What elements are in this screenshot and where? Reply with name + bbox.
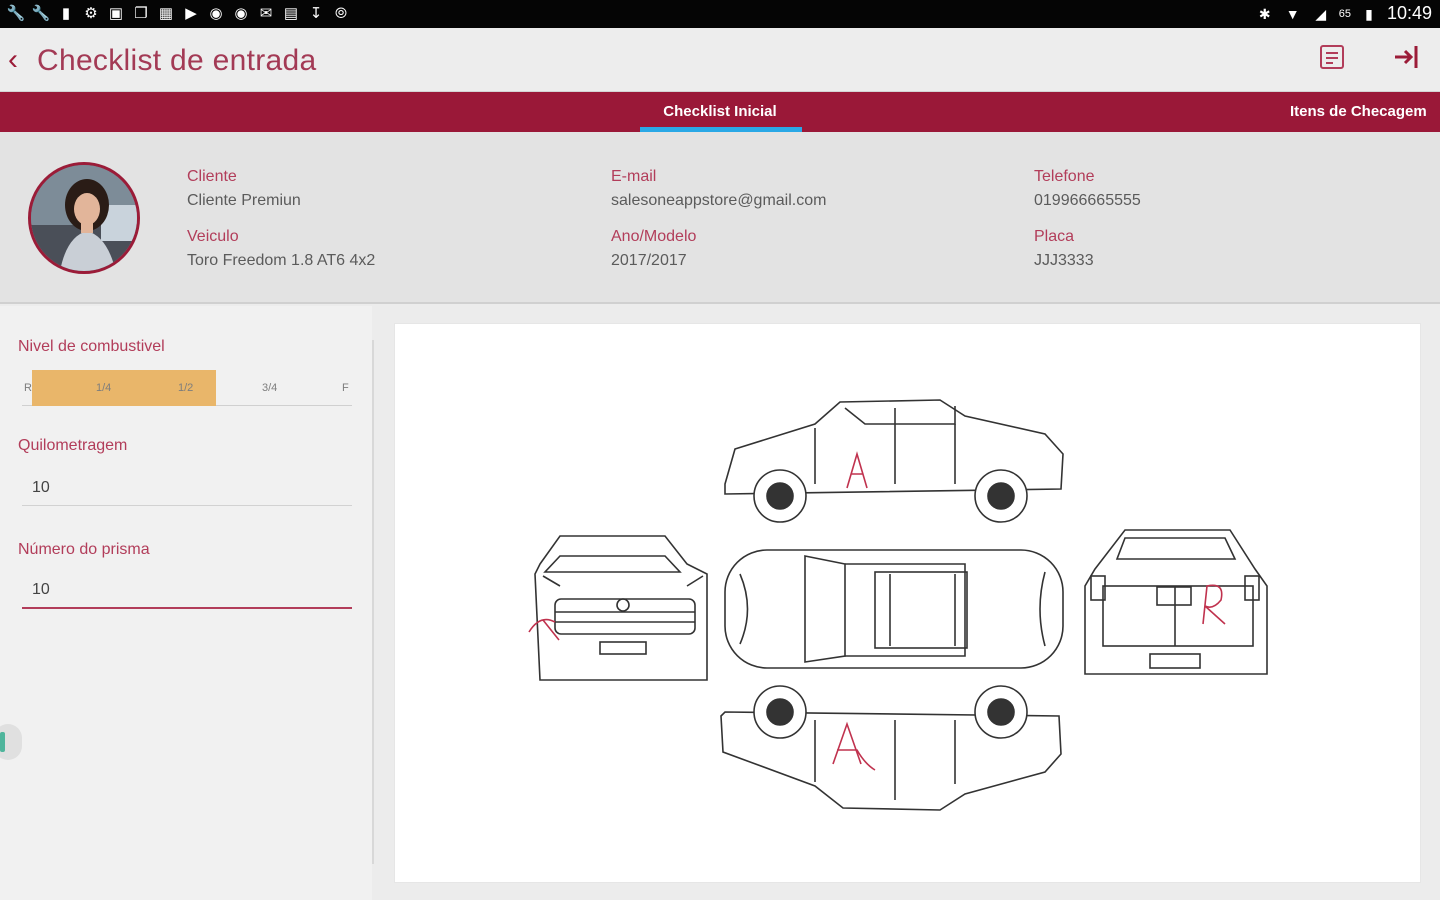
fuel-tick-half: 1/2: [178, 382, 194, 394]
quilometragem-input[interactable]: [22, 470, 352, 506]
cliente-label: Cliente: [187, 168, 237, 185]
email-field: E-mail salesoneappstore@gmail.com: [611, 168, 826, 210]
veiculo-label: Veiculo: [187, 228, 239, 245]
vehicle-side-view-top: [724, 399, 1064, 523]
app-icon: ◉: [209, 5, 223, 22]
email-label: E-mail: [611, 168, 657, 185]
cliente-field: Cliente Cliente Premiun: [187, 168, 301, 210]
fuel-tick-three-quarter: 3/4: [262, 382, 278, 394]
bluetooth-icon: ✱: [1258, 5, 1271, 22]
damage-mark-rear: [1202, 584, 1226, 625]
back-arrow-icon[interactable]: ‹: [8, 42, 32, 78]
notes-icon[interactable]: [1314, 42, 1350, 78]
mail-icon: ✉: [259, 5, 273, 22]
vehicle-diagram: [528, 399, 1268, 811]
calendar-icon: ▦: [158, 5, 174, 22]
damage-mark-a-top: [846, 451, 868, 489]
ano-modelo-value: 2017/2017: [611, 252, 687, 269]
prisma-label: Número do prisma: [18, 541, 150, 558]
calendar-icon: ▤: [283, 5, 299, 22]
prisma-input[interactable]: [22, 573, 352, 609]
placa-value: JJJ3333: [1034, 252, 1094, 269]
veiculo-value: Toro Freedom 1.8 AT6 4x2: [187, 252, 376, 269]
placa-field: Placa JJJ3333: [1034, 228, 1094, 270]
image-icon: ▣: [108, 5, 124, 22]
vehicle-front-view: [534, 535, 708, 681]
fuel-tick-quarter: 1/4: [96, 382, 112, 394]
vehicle-diagram-canvas[interactable]: [394, 323, 1421, 883]
status-bar: 🔧 🔧 ▮ ⚙ ▣ ❐ ▦ ▶ ◉ ◉ ✉ ▤ ↧ ⦾ ✱ ▼ ◢ 65 ▮ 1…: [0, 0, 1440, 28]
fuel-level-label: Nivel de combustivel: [18, 338, 165, 355]
quilometragem-label: Quilometragem: [18, 437, 128, 454]
wrench-icon: 🔧: [6, 5, 26, 22]
fuel-level-slider[interactable]: R 1/4 1/2 3/4 F: [22, 370, 352, 406]
page-title: Checklist de entrada: [37, 44, 317, 77]
placa-label: Placa: [1034, 228, 1075, 245]
telefone-label: Telefone: [1034, 168, 1095, 185]
battery-percent: 65: [1338, 7, 1351, 20]
vehicle-rear-view: [1084, 529, 1268, 675]
settings-icon: ⚙: [84, 5, 98, 22]
cliente-value: Cliente Premiun: [187, 192, 301, 209]
tab-itens-de-checagem[interactable]: Itens de Checagem: [1290, 103, 1440, 120]
notification-icons: 🔧 🔧 ▮ ⚙ ▣ ❐ ▦ ▶ ◉ ◉ ✉ ▤ ↧ ⦾: [6, 4, 351, 24]
drawer-handle[interactable]: [0, 724, 22, 760]
app-bar: ‹ Checklist de entrada: [0, 28, 1440, 92]
ano-modelo-label: Ano/Modelo: [611, 228, 697, 245]
panel-divider: [372, 340, 374, 864]
clock: 10:49: [1386, 3, 1432, 23]
youtube-icon: ▶: [185, 5, 197, 22]
image-stack-icon: ❐: [134, 5, 148, 22]
ano-modelo-field: Ano/Modelo 2017/2017: [611, 228, 696, 270]
signal-icon: ◢: [1315, 5, 1327, 22]
tab-bar: Checklist Inicial Itens de Checagem: [0, 92, 1440, 132]
vehicle-side-view-bottom: [720, 685, 1062, 811]
wifi-icon: ▼: [1285, 5, 1300, 22]
vehicle-top-view: [724, 549, 1064, 669]
flashlight-icon: ▮: [61, 5, 71, 22]
damage-mark-a-bottom: [832, 721, 876, 771]
system-icons: ✱ ▼ ◢ 65 ▮ 10:49: [1255, 3, 1432, 24]
tab-checklist-inicial[interactable]: Checklist Inicial: [640, 103, 800, 120]
fuel-tick-r: R: [24, 382, 32, 394]
battery-icon: ▮: [1365, 5, 1373, 22]
avatar: [28, 162, 140, 274]
telefone-field: Telefone 019966665555: [1034, 168, 1141, 210]
fuel-tick-f: F: [342, 382, 349, 394]
download-icon: ↧: [309, 5, 323, 22]
compass-icon: ⦾: [334, 5, 347, 22]
veiculo-field: Veiculo Toro Freedom 1.8 AT6 4x2: [187, 228, 375, 270]
email-value: salesoneappstore@gmail.com: [611, 192, 827, 209]
wrench-icon: 🔧: [31, 5, 51, 22]
client-info-panel: Cliente Cliente Premiun E-mail salesonea…: [0, 132, 1440, 304]
telefone-value: 019966665555: [1034, 192, 1141, 209]
exit-icon[interactable]: [1388, 42, 1424, 78]
app-icon: ◉: [234, 5, 248, 22]
